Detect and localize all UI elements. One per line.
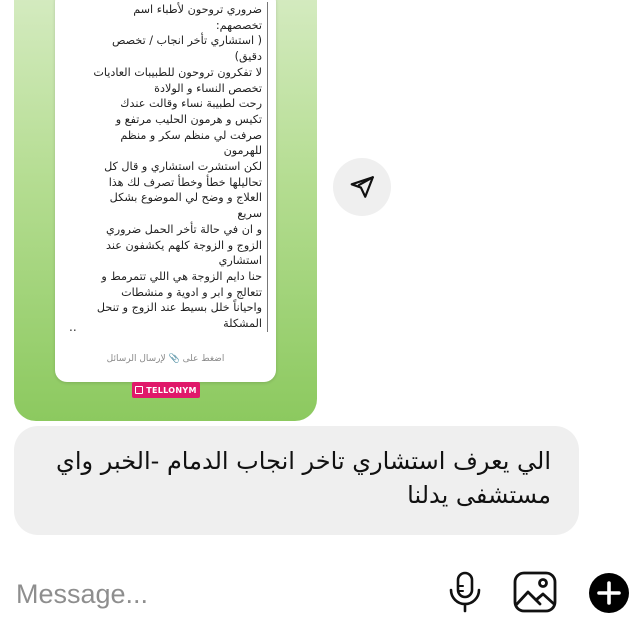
send-hint: اضغط على 📎 لإرسال الرسائل xyxy=(106,354,225,364)
note-line: دقيق) xyxy=(234,50,262,64)
note-text-block: ضروري تروحون لأطباء اسم تخصصهم: ( استشار… xyxy=(63,2,268,332)
message-text: الي يعرف استشاري تاخر انجاب الدمام -الخب… xyxy=(56,447,551,509)
note-line: استشاري xyxy=(218,254,262,268)
note-line: لكن استشرت استشاري و قال كل xyxy=(104,160,262,174)
note-line: تكيس و هرمون الحليب مرتفع و xyxy=(115,112,262,126)
microphone-icon[interactable] xyxy=(446,570,484,614)
trailing-dots: .. xyxy=(69,320,77,334)
share-button[interactable] xyxy=(333,158,391,216)
note-line: العلاج و وضح لي الموضوع بشكل xyxy=(109,191,262,205)
note-line: للهرمون xyxy=(223,144,262,158)
note-quote: ضروري تروحون لأطباء اسم تخصصهم: ( استشار… xyxy=(63,2,268,332)
message-bubble[interactable]: الي يعرف استشاري تاخر انجاب الدمام -الخب… xyxy=(14,426,579,535)
note-line: تحاليلها خطأ وخطأ تصرف لك هذا xyxy=(108,175,262,189)
note-line: واحياناً خلل بسيط عند الزوج و تنحل xyxy=(96,301,262,315)
shared-note: ضروري تروحون لأطباء اسم تخصصهم: ( استشار… xyxy=(55,0,276,382)
note-line: سريع xyxy=(237,207,262,221)
tellonym-logo-icon xyxy=(135,386,144,394)
note-line: لا تفكرون تروحون للطبيبات العاديات xyxy=(93,65,262,79)
note-line: ( استشاري تأخر انجاب / تخصص xyxy=(111,34,262,48)
note-line: تخصصهم: xyxy=(215,18,262,32)
message-input[interactable] xyxy=(14,573,318,615)
brand-label: TELLONYM xyxy=(146,385,197,395)
note-line: رحت لطبيبة نساء وقالت عندك xyxy=(120,97,262,111)
gallery-icon[interactable] xyxy=(511,569,559,615)
tellonym-badge: TELLONYM xyxy=(132,382,200,398)
add-icon[interactable] xyxy=(586,570,632,616)
note-line: و ان في حالة تأخر الحمل ضروري xyxy=(106,222,262,236)
note-line: تخصص النساء و الولادة xyxy=(154,81,262,95)
send-icon xyxy=(350,176,374,198)
note-line: صرفت لي منظم سكر و منظم xyxy=(120,128,262,142)
note-line: الزوج و الزوجة كلهم يكشفون عند xyxy=(106,238,262,252)
note-line: المشكلة xyxy=(223,317,262,331)
note-line: حنا دايم الزوجة هي اللي تتمرمط و xyxy=(101,269,262,283)
note-line: ضروري تروحون لأطباء اسم xyxy=(133,3,262,16)
note-line: تتعالج و ابر و ادوية و منشطات xyxy=(121,285,262,299)
